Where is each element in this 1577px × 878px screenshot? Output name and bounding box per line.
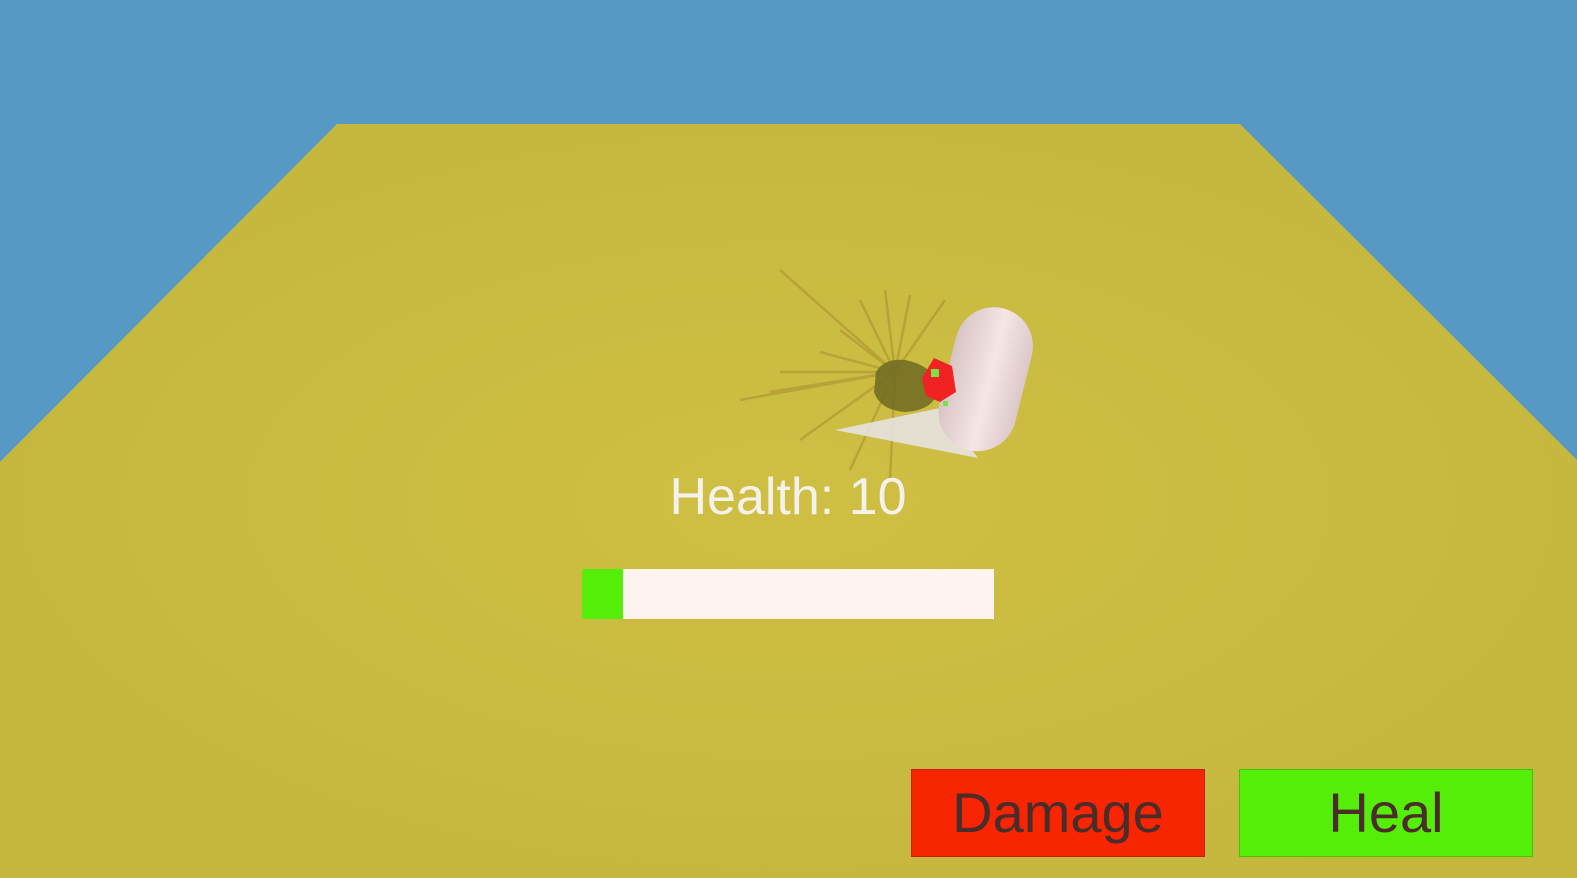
health-label: Health: 10 — [669, 468, 907, 526]
heal-button[interactable]: Heal — [1239, 769, 1533, 857]
damage-button[interactable]: Damage — [911, 769, 1205, 857]
game-scene — [0, 0, 1577, 878]
health-bar — [582, 569, 994, 619]
health-bar-fill — [582, 569, 624, 619]
